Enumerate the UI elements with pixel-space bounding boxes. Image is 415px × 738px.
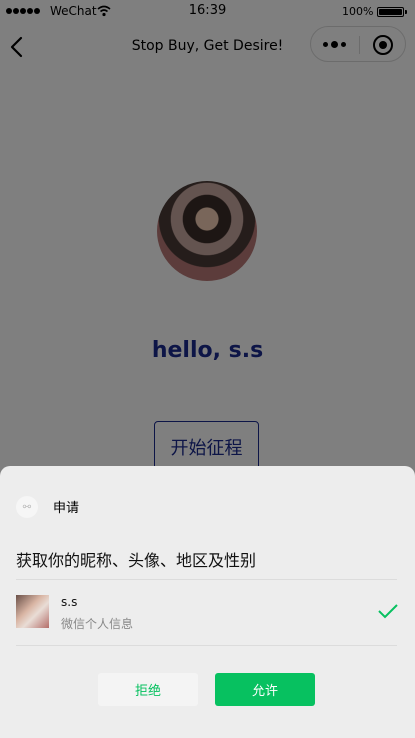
user-avatar [16,595,49,628]
checkmark-icon[interactable] [378,603,398,619]
divider [16,645,397,646]
reject-button[interactable]: 拒绝 [98,673,198,706]
allow-button[interactable]: 允许 [215,673,315,706]
request-title: 获取你的昵称、头像、地区及性别 [16,551,257,570]
user-name: s.s [61,595,78,609]
authorization-sheet: ⚯ 申请 获取你的昵称、头像、地区及性别 s.s 微信个人信息 拒绝 允许 [0,466,415,738]
user-info-desc: 微信个人信息 [61,617,134,631]
app-link-icon: ⚯ [16,496,38,518]
divider [16,579,397,580]
app-label: 申请 [53,501,80,516]
